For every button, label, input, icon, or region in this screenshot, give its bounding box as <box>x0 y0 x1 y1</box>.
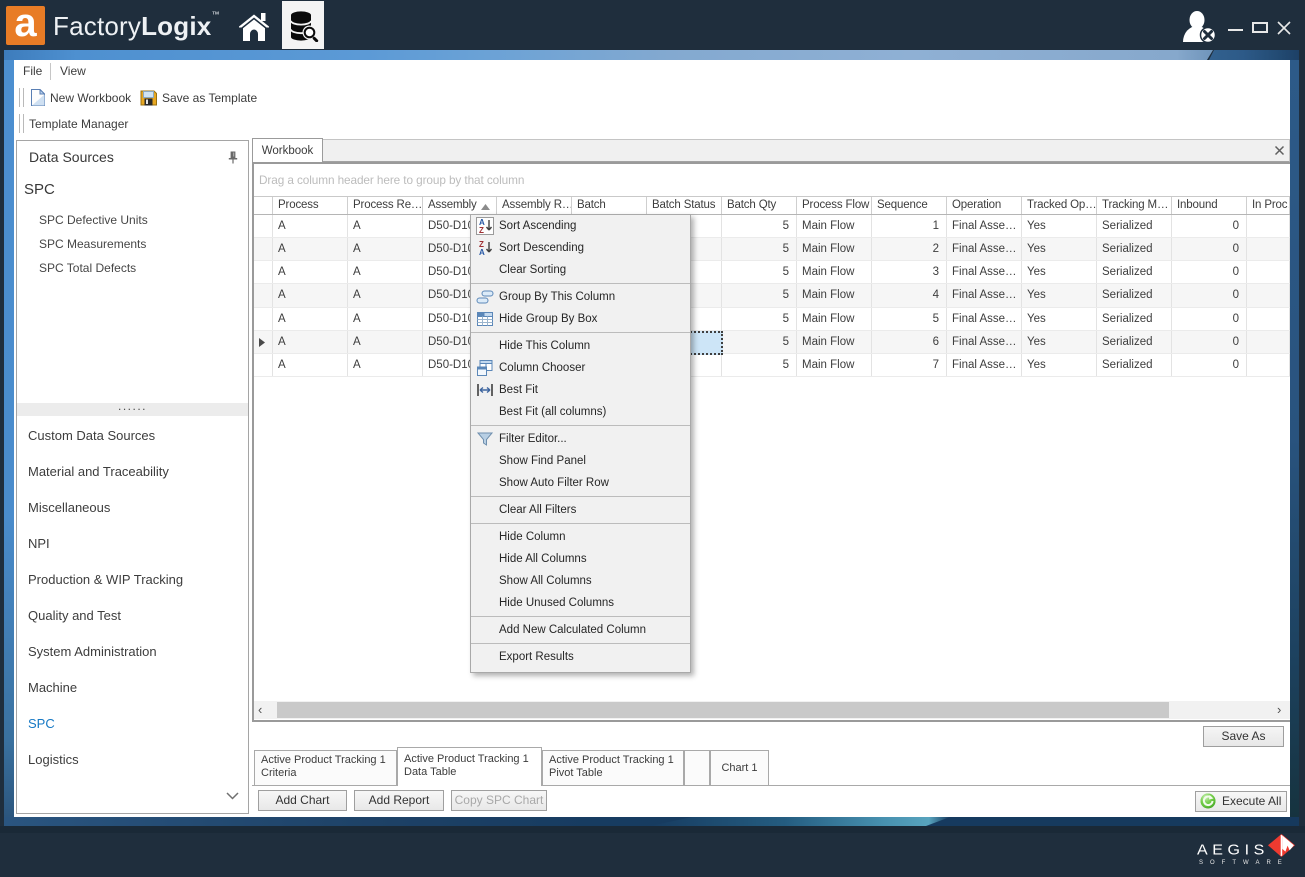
svg-text:Z: Z <box>479 226 484 235</box>
svg-text:A: A <box>479 248 485 257</box>
